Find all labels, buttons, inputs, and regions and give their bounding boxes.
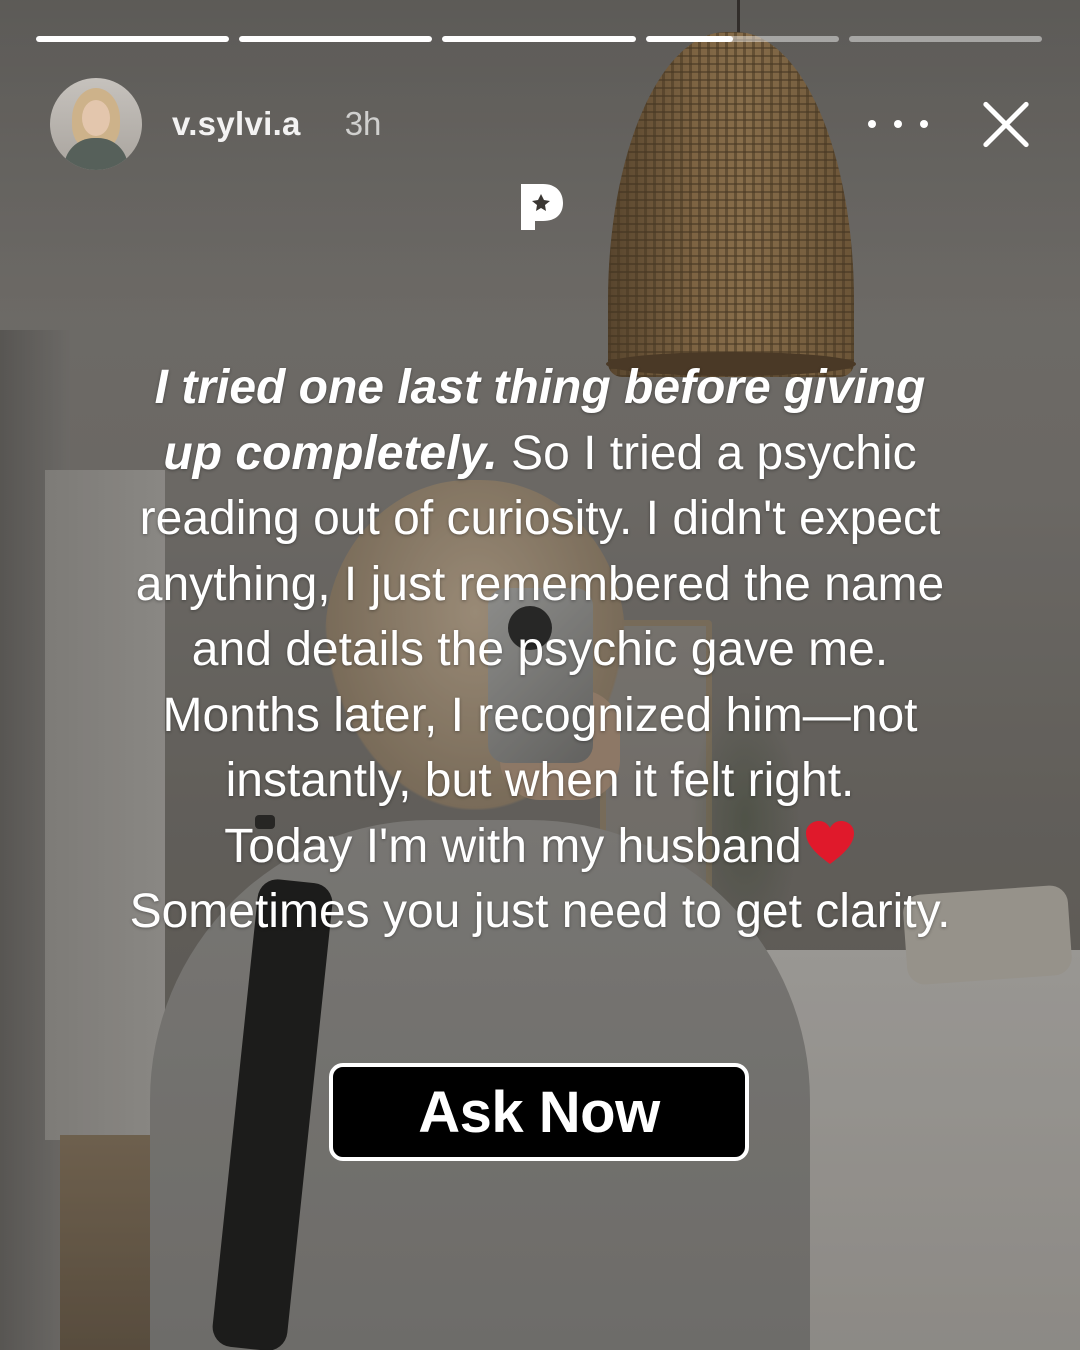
caption-line: instantly, but when it felt right. <box>225 754 855 807</box>
caption-line: Sometimes you just need to get clarity. <box>129 885 951 938</box>
caption-line: Months later, I recognized him—not <box>162 688 918 742</box>
story-viewer[interactable]: v.sylvi.a 3h I tried one last thing befo… <box>0 0 1080 1350</box>
avatar-body <box>64 138 128 170</box>
avatar-face <box>82 100 110 136</box>
progress-fill <box>645 36 733 42</box>
avatar[interactable] <box>50 78 142 170</box>
story-progress-bar <box>36 36 1043 42</box>
caption-line: up completely. So I tried a psychic <box>60 421 1020 487</box>
caption-line: Today I'm with my husband <box>60 814 1020 880</box>
close-icon[interactable] <box>980 99 1030 149</box>
ask-now-button[interactable]: Ask Now <box>329 1063 749 1161</box>
username[interactable]: v.sylvi.a <box>172 105 301 143</box>
story-header: v.sylvi.a 3h <box>50 78 1030 170</box>
progress-fill <box>442 36 636 42</box>
post-time: 3h <box>344 105 382 142</box>
caption-line: I tried one last thing before giving <box>154 361 926 414</box>
progress-segment <box>442 36 636 42</box>
red-heart-icon <box>805 820 854 864</box>
story-caption: I tried one last thing before giving up … <box>60 355 1020 945</box>
brand-logo-icon <box>521 184 563 230</box>
progress-segment <box>848 36 1043 42</box>
caption-text: Today I'm with my husband <box>224 819 802 873</box>
progress-segment <box>645 36 839 42</box>
progress-segment <box>36 36 230 42</box>
more-horizontal-icon[interactable] <box>868 104 928 144</box>
caption-line: anything, I just remembered the name <box>135 557 945 611</box>
caption-emphasis: up completely. <box>163 426 498 480</box>
caption-line: reading out of curiosity. I didn't expec… <box>139 492 941 545</box>
progress-segment <box>239 36 433 42</box>
progress-fill <box>36 36 230 42</box>
caption-text: So I tried a psychic <box>497 426 917 480</box>
progress-fill <box>239 36 433 42</box>
caption-line: and details the psychic gave me. <box>191 623 889 676</box>
